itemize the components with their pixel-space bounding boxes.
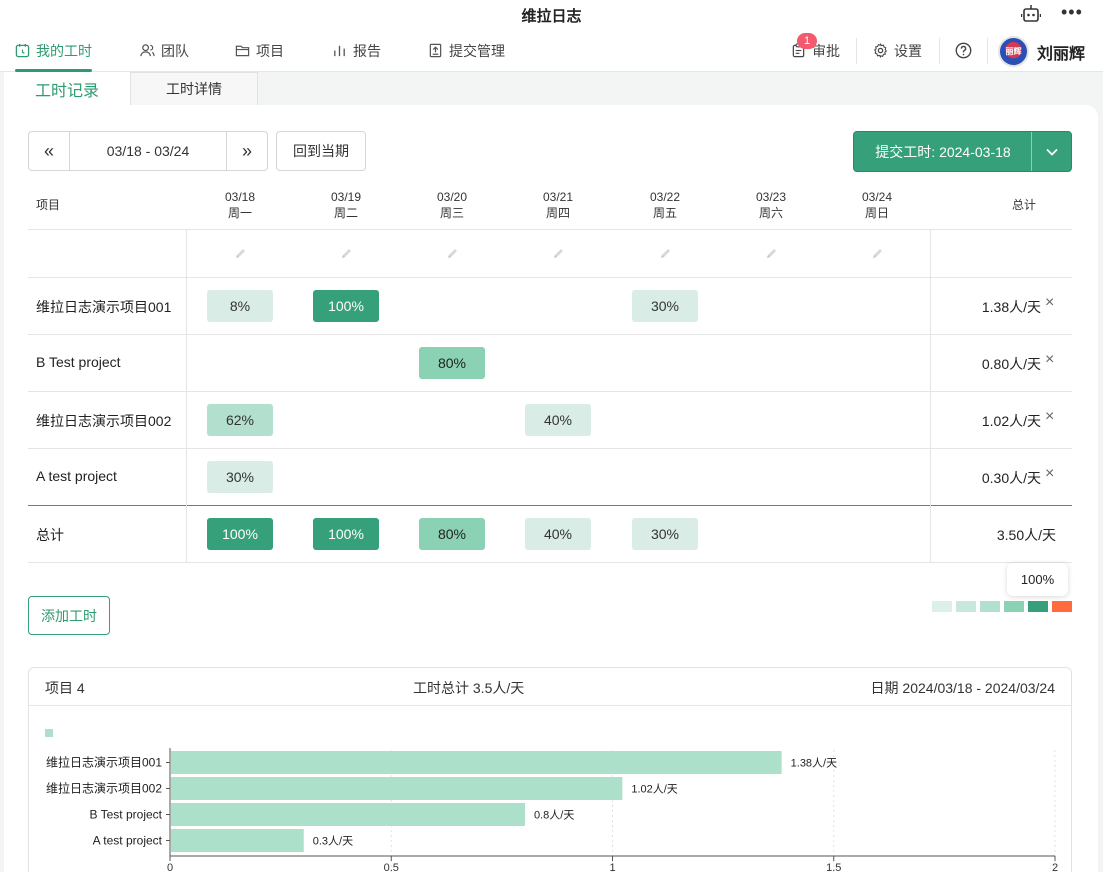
bar: [171, 803, 525, 826]
data-label: 0.3人/天: [313, 835, 353, 848]
data-label: 1.38人/天: [791, 757, 837, 770]
project-hours-chart: 0 0.5 1 1.5 2 维拉日志演示项目001 1.38人/天维拉日志演示项目002 1.…: [45, 729, 1058, 872]
category-label: A test project: [93, 834, 163, 848]
bar: [171, 751, 782, 774]
x-tick-label: 1.5: [826, 862, 841, 872]
bar: [171, 777, 623, 800]
x-tick-label: 1: [609, 862, 615, 872]
category-label: 维拉日志演示项目002: [46, 781, 162, 796]
x-tick-label: 0: [167, 862, 173, 872]
data-label: 1.02人/天: [631, 783, 677, 796]
category-label: 维拉日志演示项目001: [46, 755, 162, 770]
legend-marker: [45, 729, 53, 737]
category-label: B Test project: [90, 808, 163, 822]
bar: [171, 829, 304, 852]
x-tick-label: 2: [1052, 862, 1058, 872]
data-label: 0.8人/天: [534, 809, 574, 822]
x-tick-label: 0.5: [384, 862, 399, 872]
